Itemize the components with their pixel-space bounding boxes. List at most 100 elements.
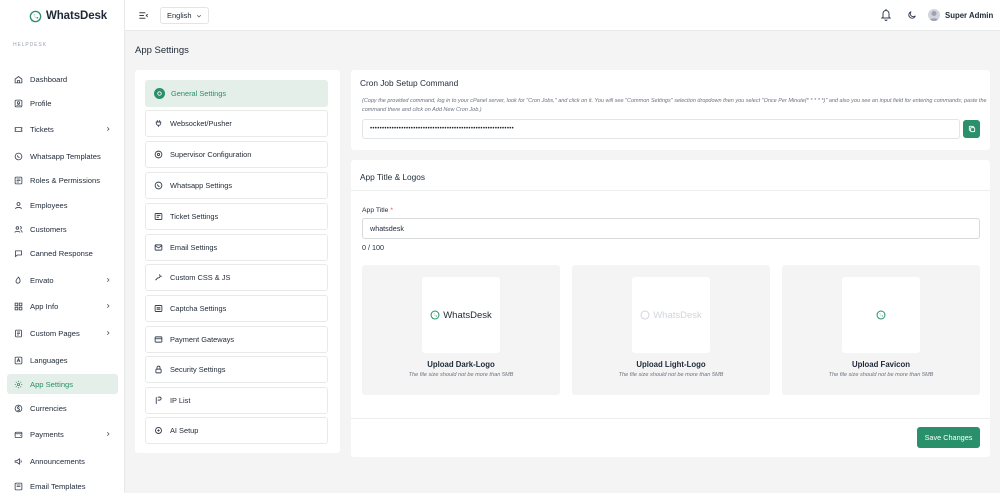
ticket-icon [14,125,23,134]
settings-nav-ai-setup[interactable]: AI Setup [145,417,328,444]
settings-nav-ip-list[interactable]: IP List [145,387,328,414]
section-label-helpdesk: HELPDESK [13,42,47,48]
language-select-value: English [167,11,192,20]
whatsapp-icon [154,181,163,190]
menu-toggle-icon[interactable] [138,10,149,21]
sidebar-item-label: Profile [30,98,52,108]
sidebar-item-label: Announcements [30,456,85,466]
settings-nav-label: Custom CSS & JS [170,273,231,282]
settings-nav-security[interactable]: Security Settings [145,356,328,383]
card-icon [154,335,163,344]
whatsapp-logo-icon [640,310,650,320]
sidebar-item-whatsapp-templates[interactable]: Whatsapp Templates [7,146,118,166]
topbar: English Super Admin [125,0,1000,31]
sidebar-item-label: Canned Response [30,248,93,258]
notification-bell-icon[interactable] [880,8,892,21]
settings-nav-label: Supervisor Configuration [170,150,252,159]
currency-icon [14,404,23,413]
settings-nav-label: Payment Gateways [170,335,235,344]
cron-job-instructions: (Copy the provided command, log in to yo… [362,98,987,113]
upload-note: The file size should not be more than 5M… [828,372,934,378]
settings-nav-ticket[interactable]: Ticket Settings [145,203,328,230]
home-icon [14,75,23,84]
light-logo-text: WhatsDesk [653,309,702,321]
sidebar-item-custom-pages[interactable]: Custom Pages [7,323,118,343]
brand-name: WhatsDesk [46,10,108,22]
light-logo-preview: WhatsDesk [632,277,710,353]
settings-nav-supervisor[interactable]: Supervisor Configuration [145,141,328,168]
upload-title: Upload Favicon [851,360,911,369]
sidebar-item-announcements[interactable]: Announcements [7,451,118,471]
cron-command-field[interactable]: ••••••••••••••••••••••••••••••••••••••••… [362,119,960,139]
sidebar-item-dashboard[interactable]: Dashboard [7,69,118,89]
settings-nav-label: AI Setup [170,426,199,435]
general-icon [154,88,165,99]
sidebar-item-label: Roles & Permissions [30,175,101,185]
brand-logo[interactable]: WhatsDesk [0,0,124,32]
settings-nav-label: Security Settings [170,365,226,374]
plug-icon [154,119,163,128]
sidebar-item-employees[interactable]: Employees [7,195,118,215]
settings-nav-label: IP List [170,396,191,405]
sidebar-item-app-info[interactable]: App Info [7,296,118,316]
language-icon [14,356,23,365]
chevron-right-icon [105,277,111,283]
sidebar-item-envato[interactable]: Envato [7,270,118,290]
user-name[interactable]: Super Admin [945,11,993,20]
lock-icon [154,365,163,374]
whatsapp-icon [14,152,23,161]
favicon-icon [876,310,886,320]
sidebar-item-label: Envato [30,275,54,285]
wallet-icon [14,430,23,439]
sidebar-item-roles-permissions[interactable]: Roles & Permissions [7,170,118,190]
sidebar-item-profile[interactable]: Profile [7,93,118,113]
sidebar-item-currencies[interactable]: Currencies [7,398,118,418]
sidebar-item-languages[interactable]: Languages [7,350,118,370]
sidebar-item-tickets[interactable]: Tickets [7,119,118,139]
upload-title: Upload Dark-Logo [427,360,495,369]
supervisor-icon [154,150,163,159]
envato-icon [14,276,23,285]
divider [351,418,990,419]
cron-job-title: Cron Job Setup Command [360,78,459,88]
sidebar-item-label: Custom Pages [30,328,80,338]
sidebar: WhatsDesk HELPDESK Dashboard Profile Tic… [0,0,125,493]
sidebar-item-customers[interactable]: Customers [7,219,118,239]
settings-nav-whatsapp[interactable]: Whatsapp Settings [145,172,328,199]
settings-nav-email[interactable]: Email Settings [145,234,328,261]
settings-nav-payment-gateways[interactable]: Payment Gateways [145,326,328,353]
chat-icon [14,249,23,258]
settings-nav-general[interactable]: General Settings [145,80,328,107]
chevron-right-icon [105,330,111,336]
copy-command-button[interactable] [963,120,980,138]
sidebar-item-label: Dashboard [30,74,68,84]
language-select[interactable]: English [160,7,209,24]
whatsapp-logo-icon [29,10,42,23]
sidebar-item-email-templates[interactable]: Email Templates [7,476,118,493]
settings-nav-label: Email Settings [170,243,218,252]
app-title-logos-card: App Title & Logos App Title * whatsdesk … [351,160,990,457]
settings-nav-captcha[interactable]: Captcha Settings [145,295,328,322]
avatar[interactable] [928,9,940,21]
upload-favicon[interactable]: Upload Favicon The file size should not … [782,265,980,395]
settings-nav-label: Ticket Settings [170,212,219,221]
dark-mode-moon-icon[interactable] [907,10,917,20]
sidebar-item-app-settings[interactable]: App Settings [7,374,118,394]
upload-light-logo[interactable]: WhatsDesk Upload Light-Logo The file siz… [572,265,770,395]
favicon-preview [842,277,920,353]
chevron-right-icon [105,431,111,437]
sidebar-item-payments[interactable]: Payments [7,424,118,444]
settings-nav-panel: General Settings Websocket/Pusher Superv… [135,70,340,453]
sidebar-item-label: App Settings [30,379,74,389]
page-title: App Settings [135,45,189,56]
sidebar-item-canned-response[interactable]: Canned Response [7,243,118,263]
sidebar-item-label: Employees [30,200,68,210]
save-changes-button[interactable]: Save Changes [917,427,980,448]
settings-nav-websocket-pusher[interactable]: Websocket/Pusher [145,110,328,137]
sidebar-item-label: Currencies [30,403,67,413]
upload-note: The file size should not be more than 5M… [618,372,724,378]
chevron-down-icon [196,13,202,19]
settings-nav-custom-css-js[interactable]: Custom CSS & JS [145,264,328,291]
upload-dark-logo[interactable]: WhatsDesk Upload Dark-Logo The file size… [362,265,560,395]
app-title-input[interactable]: whatsdesk [362,218,980,239]
